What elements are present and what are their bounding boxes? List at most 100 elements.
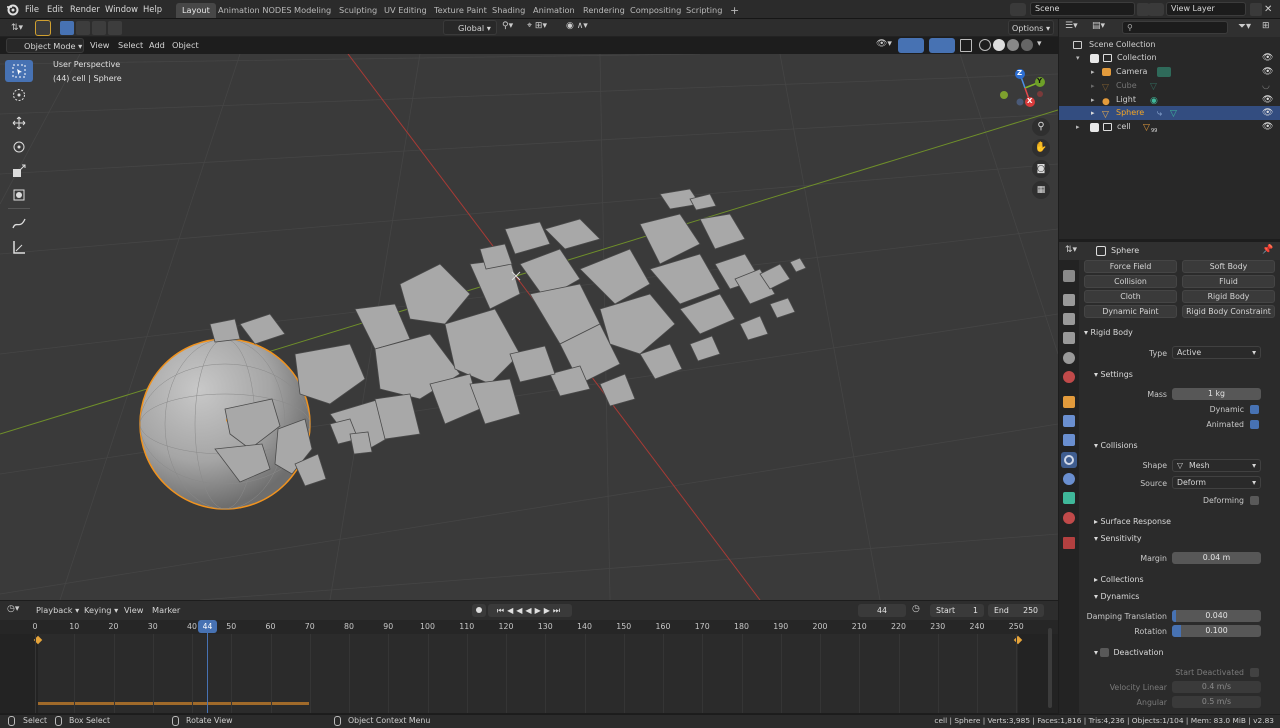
outliner-row-light[interactable]: ▸ ● Light ◉ 👁: [1059, 93, 1280, 107]
menu-render[interactable]: Render: [70, 0, 100, 19]
view-layer-field[interactable]: View Layer: [1166, 2, 1246, 16]
view-layer-tab-icon[interactable]: [1063, 332, 1075, 344]
shading-options-icon[interactable]: ▾: [1037, 39, 1047, 51]
cell-exclude-checkbox[interactable]: [1090, 123, 1099, 132]
menu-edit[interactable]: Edit: [47, 0, 63, 19]
dynamics-subpanel-header[interactable]: ▾ Dynamics: [1094, 592, 1139, 601]
timeline-scrollbar[interactable]: [1048, 628, 1052, 708]
collisions-subpanel-header[interactable]: ▾ Collisions: [1094, 441, 1138, 450]
timeline-editor-type-icon[interactable]: ◷▾: [7, 604, 29, 617]
ortho-toggle-icon[interactable]: ▦: [1032, 181, 1050, 199]
deactivation-subpanel-header[interactable]: ▾ Deactivation: [1094, 648, 1164, 657]
outliner-row-collection[interactable]: ▾ Collection 👁: [1059, 51, 1280, 65]
cursor-tool[interactable]: [5, 84, 33, 106]
scene-icon[interactable]: [1010, 3, 1026, 16]
data-tab-icon[interactable]: [1063, 492, 1075, 504]
damping-translation-slider[interactable]: 0.040: [1172, 610, 1261, 622]
world-tab-icon[interactable]: [1063, 371, 1075, 383]
particles-tab-icon[interactable]: [1063, 434, 1075, 446]
rigid-body-constraint-button[interactable]: Rigid Body Constraint: [1182, 305, 1275, 318]
editor-type-icon[interactable]: ⇅▾: [6, 21, 28, 35]
modifier-tab-icon[interactable]: [1063, 415, 1075, 427]
xray-toggle-icon[interactable]: [960, 39, 972, 52]
record-button[interactable]: [472, 604, 486, 617]
playback-controls[interactable]: ⏮◀◀◀▶▶⏭: [488, 604, 572, 617]
object-tab-icon[interactable]: [1063, 396, 1075, 408]
timeline-menu-marker[interactable]: Marker: [152, 603, 180, 618]
viewport-3d[interactable]: [0, 54, 1058, 600]
dynamic-paint-button[interactable]: Dynamic Paint: [1084, 305, 1177, 318]
gizmo-toggle-icon[interactable]: [898, 38, 924, 53]
rigid-body-button[interactable]: Rigid Body: [1182, 290, 1275, 303]
eye-icon[interactable]: 👁: [1262, 65, 1273, 79]
expand-arrow-icon[interactable]: ▸: [1091, 106, 1095, 120]
outliner-search-input[interactable]: ⚲: [1122, 21, 1228, 34]
view-layer-icon[interactable]: [1148, 3, 1164, 16]
pan-hand-icon[interactable]: ✋: [1032, 139, 1050, 157]
menu-file[interactable]: File: [25, 0, 39, 19]
expand-arrow-icon[interactable]: ▸: [1091, 79, 1095, 93]
eye-icon[interactable]: 👁: [1262, 51, 1273, 65]
snap-icon[interactable]: ⌖ ⊞▾: [527, 21, 561, 34]
shape-dropdown[interactable]: ▽ Mesh ▾: [1172, 459, 1261, 472]
margin-field[interactable]: 0.04 m: [1172, 552, 1261, 564]
expand-arrow-icon[interactable]: ▸: [1076, 120, 1080, 134]
force-field-button[interactable]: Force Field: [1084, 260, 1177, 273]
mass-field[interactable]: 1 kg: [1172, 388, 1261, 400]
viewport-menu-object[interactable]: Object: [172, 38, 199, 53]
selection-mode-icons[interactable]: [60, 21, 125, 35]
output-tab-icon[interactable]: [1063, 313, 1075, 325]
zoom-icon[interactable]: ⚲: [1032, 118, 1050, 136]
texture-tab-icon[interactable]: [1063, 537, 1075, 549]
fluid-button[interactable]: Fluid: [1182, 275, 1275, 288]
filter-icon[interactable]: ⏷▾: [1238, 21, 1254, 35]
outliner-row-cube[interactable]: ▸ ▽ Cube ▽ ◡: [1059, 79, 1280, 93]
timeline-menu-view[interactable]: View: [124, 603, 143, 618]
tab-rendering[interactable]: Rendering: [577, 3, 631, 18]
remove-view-layer-icon[interactable]: ✕: [1264, 3, 1276, 16]
shading-material-icon[interactable]: [1007, 39, 1019, 51]
collision-button[interactable]: Collision: [1084, 275, 1177, 288]
source-dropdown[interactable]: Deform ▾: [1172, 476, 1261, 489]
deactivation-checkbox[interactable]: [1100, 648, 1110, 657]
current-frame-field[interactable]: 44: [858, 604, 906, 617]
scale-tool[interactable]: [5, 160, 33, 182]
visibility-icon[interactable]: 👁▾: [876, 39, 894, 52]
shading-wireframe-icon[interactable]: [979, 39, 991, 51]
cell-fragments[interactable]: [209, 188, 807, 487]
settings-subpanel-header[interactable]: ▾ Settings: [1094, 370, 1133, 379]
move-tool[interactable]: [5, 112, 33, 134]
object-mode-dropdown[interactable]: Object Mode ▾: [6, 38, 84, 53]
dynamic-checkbox[interactable]: [1250, 405, 1259, 414]
new-collection-icon[interactable]: ⊞: [1262, 21, 1276, 35]
tab-shading[interactable]: Shading: [486, 3, 531, 18]
shading-solid-icon[interactable]: [993, 39, 1005, 51]
outliner-row-cell[interactable]: ▸ cell ▽ 99 👁: [1059, 120, 1280, 134]
scene-tab-icon[interactable]: [1063, 352, 1075, 364]
scene-name-field[interactable]: Scene: [1030, 2, 1135, 16]
annotate-tool[interactable]: [5, 212, 33, 234]
collection-exclude-checkbox[interactable]: [1090, 54, 1099, 63]
surface-response-subpanel-header[interactable]: ▸ Surface Response: [1094, 517, 1171, 526]
copy-view-layer-icon[interactable]: [1250, 3, 1262, 16]
playhead-line[interactable]: [207, 621, 208, 713]
options-dropdown[interactable]: Options ▾: [1008, 20, 1054, 35]
rotate-tool[interactable]: [5, 136, 33, 158]
tab-modeling[interactable]: Modeling: [288, 3, 337, 18]
outliner-row-sphere[interactable]: ▸ ▽ Sphere ⤷ ▽ 👁: [1059, 106, 1280, 120]
menu-window[interactable]: Window: [105, 0, 138, 19]
collections-subpanel-header[interactable]: ▸ Collections: [1094, 575, 1144, 584]
deforming-checkbox[interactable]: [1250, 496, 1259, 505]
start-deactivated-checkbox[interactable]: [1250, 668, 1259, 677]
sensitivity-subpanel-header[interactable]: ▾ Sensitivity: [1094, 534, 1142, 543]
tab-uv-editing[interactable]: UV Editing: [378, 3, 433, 18]
select-box-tool[interactable]: [5, 60, 33, 82]
velocity-linear-field[interactable]: 0.4 m/s: [1172, 681, 1261, 693]
outliner-row-scene-collection[interactable]: Scene Collection: [1059, 38, 1280, 52]
eye-icon[interactable]: 👁: [1262, 120, 1273, 134]
blender-logo-icon[interactable]: [6, 3, 19, 16]
material-tab-icon[interactable]: [1063, 512, 1075, 524]
render-tab-icon[interactable]: [1063, 294, 1075, 306]
timeline-menu-keying[interactable]: Keying ▾: [84, 603, 118, 618]
expand-arrow-icon[interactable]: ▸: [1091, 93, 1095, 107]
